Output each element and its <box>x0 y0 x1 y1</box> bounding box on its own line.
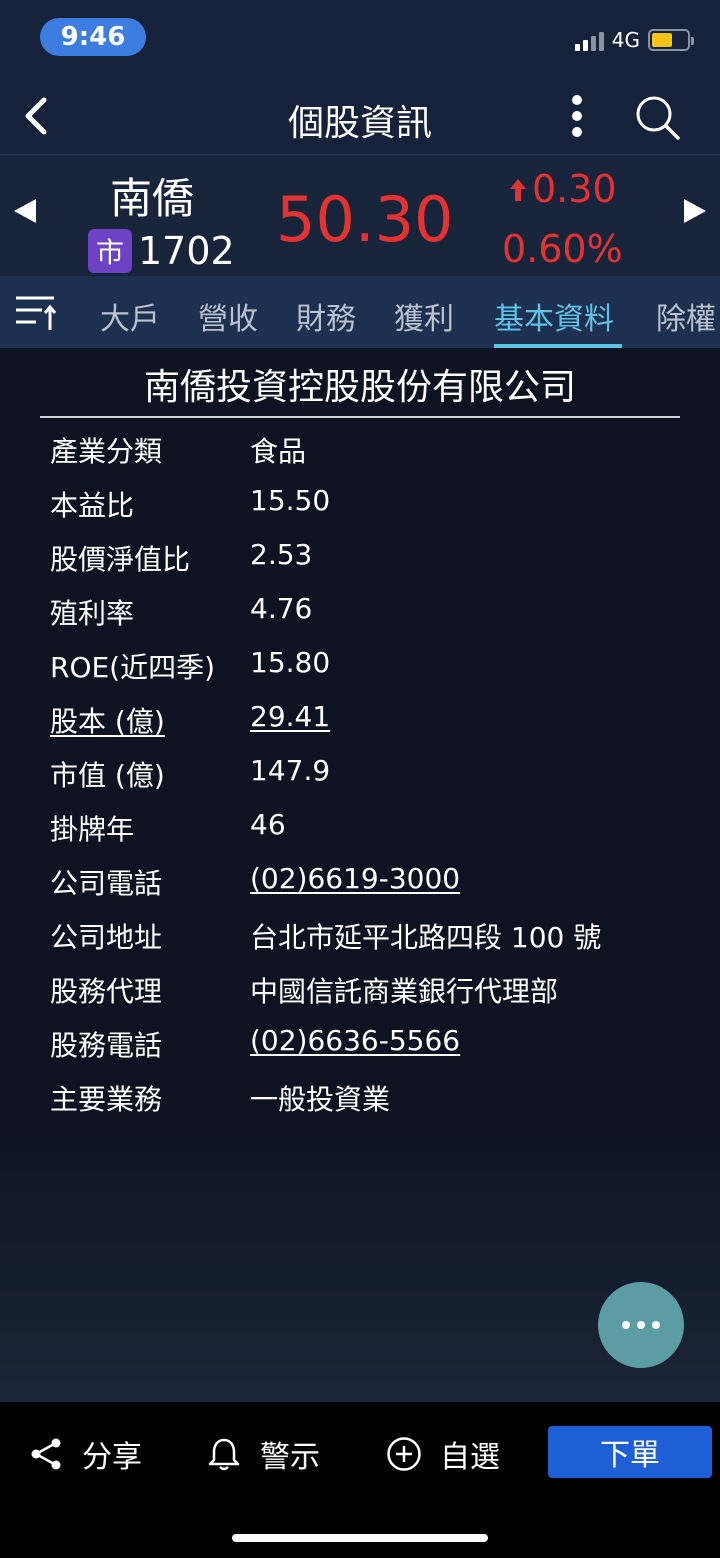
info-row-transfer-agent: 股務代理 中國信託商業銀行代理部 <box>0 960 720 1014</box>
bell-icon <box>208 1438 240 1471</box>
info-label: 股務電話 <box>50 1029 163 1062</box>
info-label: 主要業務 <box>50 1083 163 1116</box>
info-label: 股價淨值比 <box>50 543 191 576</box>
more-actions-button[interactable] <box>598 1282 684 1368</box>
status-bar: 9:46 4G <box>0 0 720 78</box>
info-value: 食品 <box>250 435 307 468</box>
add-circle-icon <box>387 1437 421 1471</box>
bottom-toolbar: 分享 警示 自選 下單 <box>0 1402 720 1558</box>
info-label: 股務代理 <box>50 975 163 1008</box>
info-row-agent-phone: 股務電話 (02)6636-5566 <box>0 1014 720 1068</box>
info-label: ROE(近四季) <box>50 651 216 684</box>
price-change-value: 0.30 <box>532 167 617 211</box>
page-title: 個股資訊 <box>287 103 432 144</box>
info-value: 台北市延平北路四段 100 號 <box>250 921 602 954</box>
stock-price: 50.30 <box>276 183 454 256</box>
info-row-pb-ratio: 股價淨值比 2.53 <box>0 528 720 582</box>
tab-revenue[interactable]: 營收 <box>198 294 258 338</box>
info-value: 46 <box>250 808 286 841</box>
info-label: 市值 (億) <box>50 759 165 792</box>
info-row-pe-ratio: 本益比 15.50 <box>0 474 720 528</box>
tabs-bar: 大戶 營收 財務 獲利 基本資料 除權 <box>0 276 720 348</box>
capital-value-link[interactable]: 29.41 <box>250 700 330 733</box>
info-row-capital[interactable]: 股本 (億) 29.41 <box>0 690 720 744</box>
company-name: 南僑投資控股股份有限公司 <box>143 367 576 408</box>
background-gradient <box>0 1120 720 1402</box>
next-stock-icon[interactable] <box>684 199 706 223</box>
status-indicators: 4G <box>574 28 694 52</box>
more-icon[interactable] <box>562 92 592 140</box>
battery-icon <box>648 29 694 51</box>
info-label: 殖利率 <box>50 597 135 630</box>
share-icon <box>31 1438 61 1470</box>
info-row-company-phone: 公司電話 (02)6619-3000 <box>0 852 720 906</box>
network-type: 4G <box>611 28 640 52</box>
info-row-listing-year: 掛牌年 46 <box>0 798 720 852</box>
order-button[interactable]: 下單 <box>548 1426 712 1478</box>
tab-profit[interactable]: 獲利 <box>394 294 454 338</box>
info-label: 公司地址 <box>50 921 163 954</box>
watchlist-button[interactable]: 自選 <box>386 1432 500 1476</box>
up-arrow-icon <box>510 179 526 201</box>
info-row-main-business: 主要業務 一般投資業 <box>0 1068 720 1122</box>
market-badge: 市 <box>88 229 132 273</box>
info-value: 15.50 <box>250 484 331 517</box>
info-row-dividend-yield: 殖利率 4.76 <box>0 582 720 636</box>
info-row-address: 公司地址 台北市延平北路四段 100 號 <box>0 906 720 960</box>
alert-label: 警示 <box>260 1440 320 1475</box>
info-label: 掛牌年 <box>50 813 135 846</box>
info-list: 產業分類 食品 本益比 15.50 股價淨值比 2.53 殖利率 4.76 RO… <box>0 420 720 1122</box>
info-label: 本益比 <box>50 489 135 522</box>
signal-icon <box>574 29 604 51</box>
divider <box>40 416 680 418</box>
search-icon[interactable] <box>632 92 682 142</box>
prev-stock-icon[interactable] <box>14 199 36 223</box>
app-header: 個股資訊 <box>0 78 720 154</box>
company-phone-link[interactable]: (02)6619-3000 <box>250 862 460 895</box>
info-value: 15.80 <box>250 646 331 679</box>
tab-finance[interactable]: 財務 <box>296 294 356 338</box>
tab-major-holders[interactable]: 大戶 <box>100 294 160 338</box>
home-indicator <box>232 1534 488 1542</box>
info-value: 147.9 <box>250 754 331 787</box>
tab-ex-rights[interactable]: 除權 <box>656 294 716 338</box>
status-time: 9:46 <box>40 18 146 56</box>
stock-summary: 南僑 市 1702 50.30 0.30 0.60% <box>0 154 720 276</box>
tab-basic-info[interactable]: 基本資料 <box>494 294 614 338</box>
price-change: 0.30 <box>508 167 617 211</box>
sort-icon[interactable] <box>14 292 58 332</box>
info-value: 4.76 <box>250 592 313 625</box>
info-value: 2.53 <box>250 538 313 571</box>
info-row-market-cap: 市值 (億) 147.9 <box>0 744 720 798</box>
info-row-roe: ROE(近四季) 15.80 <box>0 636 720 690</box>
stock-name: 南僑 <box>110 174 195 223</box>
active-tab-indicator <box>494 344 622 348</box>
share-label: 分享 <box>82 1440 142 1475</box>
info-row-industry: 產業分類 食品 <box>0 420 720 474</box>
stock-code: 1702 <box>138 229 235 273</box>
price-change-pct: 0.60% <box>502 227 623 271</box>
info-label: 公司電話 <box>50 867 163 900</box>
share-button[interactable]: 分享 <box>28 1432 142 1476</box>
info-value: 中國信託商業銀行代理部 <box>250 975 559 1008</box>
watchlist-label: 自選 <box>440 1440 500 1475</box>
capital-link[interactable]: 股本 (億) <box>50 700 165 740</box>
agent-phone-link[interactable]: (02)6636-5566 <box>250 1024 460 1057</box>
info-value: 一般投資業 <box>250 1083 391 1116</box>
alert-button[interactable]: 警示 <box>206 1432 320 1476</box>
info-label: 產業分類 <box>50 435 163 468</box>
